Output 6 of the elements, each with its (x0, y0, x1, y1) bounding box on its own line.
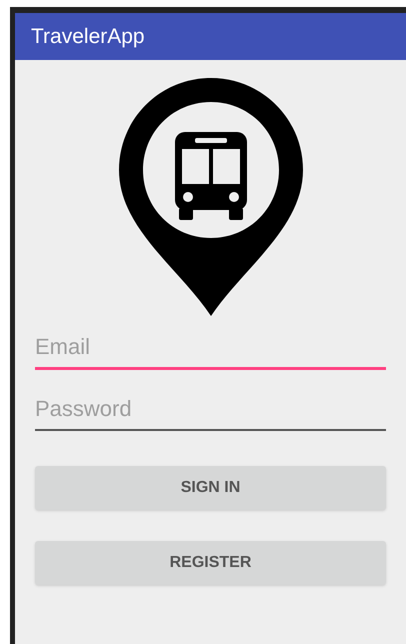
app-title: TravelerApp (31, 24, 145, 50)
text-field[interactable]: Password (35, 392, 386, 431)
action-button[interactable]: SIGN IN (35, 466, 386, 510)
bus-location-pin-icon (118, 78, 302, 316)
action-button[interactable]: REGISTER (35, 541, 386, 585)
text-field[interactable]: Email (35, 330, 386, 370)
